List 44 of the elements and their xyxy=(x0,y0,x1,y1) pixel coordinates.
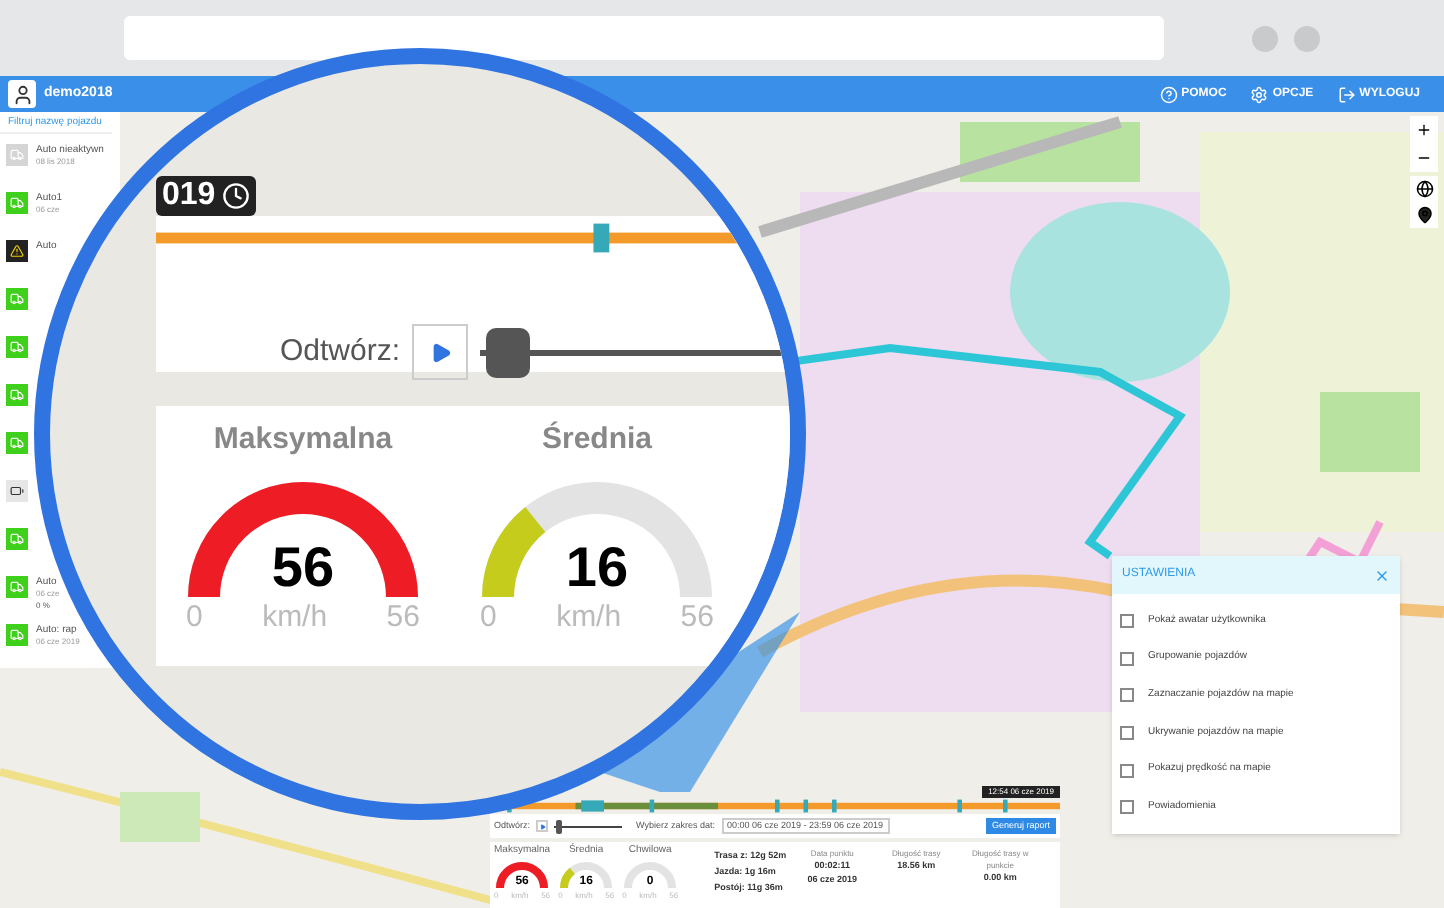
play-button[interactable] xyxy=(536,820,549,832)
gauge-min: 0 xyxy=(186,602,203,632)
clock-icon xyxy=(221,182,250,210)
slider-thumb[interactable] xyxy=(555,819,562,833)
gauge-unit: km/h xyxy=(556,602,622,632)
checkbox[interactable] xyxy=(1120,725,1134,740)
exit-icon xyxy=(1337,85,1356,103)
globe-icon[interactable] xyxy=(1415,180,1433,198)
gauge-title: Średnia xyxy=(541,419,653,460)
play-icon xyxy=(539,823,546,829)
checkbox[interactable] xyxy=(1120,763,1134,778)
checkbox[interactable] xyxy=(1120,800,1134,815)
gear-icon xyxy=(1250,85,1269,103)
gauge-max: 56 xyxy=(680,602,714,632)
speed-gauge xyxy=(622,859,679,889)
truck-icon[interactable] xyxy=(6,432,28,454)
pin-icon[interactable] xyxy=(1415,206,1433,224)
checkbox[interactable] xyxy=(1120,651,1134,666)
close-icon[interactable] xyxy=(1374,567,1390,583)
slider-thumb[interactable] xyxy=(486,327,531,377)
gauge-title: Maksymalna xyxy=(213,420,393,460)
checkbox[interactable] xyxy=(1120,613,1134,628)
gauge-min: 0 xyxy=(480,602,497,632)
truck-icon[interactable] xyxy=(6,576,28,598)
playback-slider[interactable] xyxy=(554,819,623,833)
truck-icon[interactable] xyxy=(6,336,28,358)
truck-icon[interactable] xyxy=(6,528,28,550)
address-bar[interactable] xyxy=(124,16,1164,60)
help-icon xyxy=(1159,85,1178,103)
truck-icon[interactable] xyxy=(6,384,28,406)
avatar-icon[interactable] xyxy=(8,80,36,108)
play-icon xyxy=(429,341,452,363)
truck-icon[interactable] xyxy=(6,288,28,310)
play-button[interactable] xyxy=(412,324,469,380)
warning-icon[interactable] xyxy=(6,240,28,262)
checkbox[interactable] xyxy=(1120,688,1134,703)
battery-icon[interactable] xyxy=(6,480,28,502)
plus-icon xyxy=(1416,122,1432,138)
date-badge: 019 xyxy=(156,176,256,216)
truck-icon[interactable] xyxy=(6,624,28,646)
truck-icon[interactable] xyxy=(6,192,28,214)
gauge-unit: km/h xyxy=(262,602,328,632)
gauge-max: 56 xyxy=(386,602,420,632)
play-label: Odtwórz: xyxy=(280,331,401,372)
